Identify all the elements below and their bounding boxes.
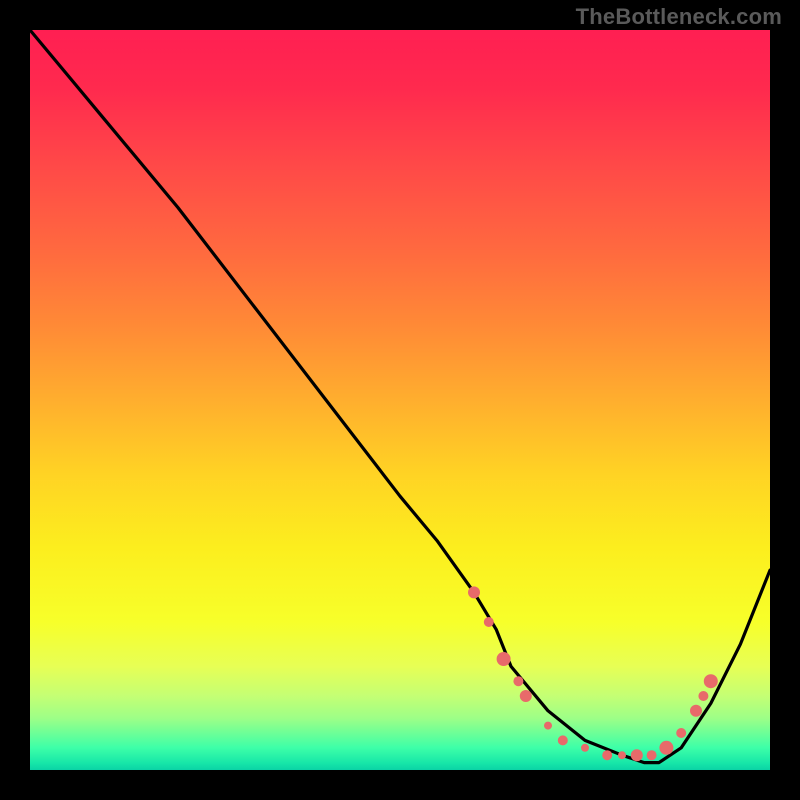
data-point-marker: [520, 690, 532, 702]
data-point-marker: [647, 750, 657, 760]
bottleneck-curve-line: [30, 30, 770, 763]
data-point-marker: [659, 741, 673, 755]
data-point-marker: [544, 722, 552, 730]
watermark-text: TheBottleneck.com: [576, 4, 782, 30]
data-point-marker: [484, 617, 494, 627]
data-point-marker: [631, 749, 643, 761]
data-point-marker: [468, 586, 480, 598]
curve-markers: [468, 586, 718, 761]
chart-plot-area: [30, 30, 770, 770]
data-point-marker: [581, 744, 589, 752]
data-point-marker: [618, 751, 626, 759]
data-point-marker: [690, 705, 702, 717]
data-point-marker: [698, 691, 708, 701]
data-point-marker: [602, 750, 612, 760]
data-point-marker: [513, 676, 523, 686]
data-point-marker: [676, 728, 686, 738]
data-point-marker: [558, 735, 568, 745]
data-point-marker: [497, 652, 511, 666]
data-point-marker: [704, 674, 718, 688]
chart-frame: TheBottleneck.com: [0, 0, 800, 800]
chart-svg: [30, 30, 770, 770]
